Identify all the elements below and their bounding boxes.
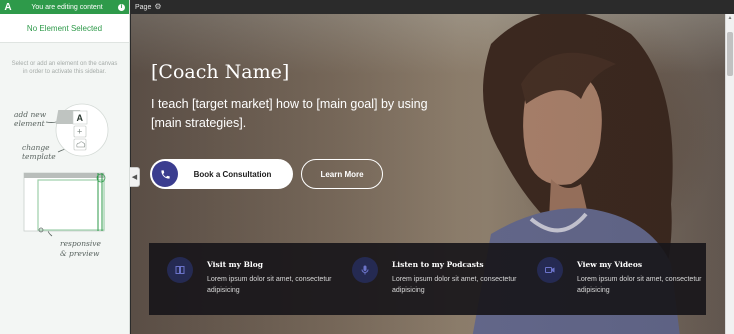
hero-coach-name[interactable]: [Coach Name]: [151, 61, 289, 83]
editing-banner: A You are editing content i: [0, 0, 129, 14]
features-bar: Visit my Blog Lorem ipsum dolor sit amet…: [149, 243, 706, 315]
app-logo-icon[interactable]: A: [0, 0, 16, 14]
logo-mini-icon: A: [77, 113, 84, 123]
feature-description: Lorem ipsum dolor sit amet, consectetur …: [207, 276, 332, 294]
scroll-up-arrow-icon[interactable]: ▲: [726, 14, 734, 23]
phone-icon: [152, 161, 178, 187]
feature-title: View my Videos: [577, 260, 643, 269]
sidebar-help-text: Select or add an element on the canvas i…: [11, 61, 118, 75]
hero-tagline[interactable]: I teach [target market] how to [main goa…: [151, 95, 441, 133]
editing-status-text: You are editing content: [31, 3, 103, 11]
page-preview-frame: [23, 172, 105, 232]
gear-icon[interactable]: ⚙: [154, 3, 161, 11]
responsive-preview-label-line1: responsive: [60, 239, 102, 248]
responsive-preview-label-line2: & preview: [60, 249, 100, 258]
book-icon: [167, 257, 193, 283]
page-settings-label[interactable]: Page: [135, 4, 151, 11]
feature-description: Lorem ipsum dolor sit amet, consectetur …: [392, 276, 517, 294]
scrollbar-thumb[interactable]: [727, 32, 733, 76]
learn-more-button[interactable]: Learn More: [301, 159, 383, 189]
collapse-sidebar-button[interactable]: ◀: [130, 167, 140, 187]
book-consultation-button[interactable]: Book a Consultation: [150, 159, 293, 189]
canvas-scrollbar[interactable]: ▲: [725, 14, 734, 334]
selection-status: No Element Selected: [0, 14, 129, 43]
video-icon: [537, 257, 563, 283]
microphone-icon: [352, 257, 378, 283]
feature-title: Visit my Blog: [207, 260, 264, 269]
change-template-label-line1: change: [22, 143, 50, 152]
info-icon[interactable]: i: [118, 3, 125, 11]
feature-description: Lorem ipsum dolor sit amet, consectetur …: [577, 276, 702, 294]
change-template-label-line2: template: [22, 152, 56, 161]
feature-title: Listen to my Podcasts: [392, 260, 484, 269]
page-canvas[interactable]: [Coach Name] I teach [target market] how…: [131, 14, 725, 334]
editor-toolbar: Page ⚙: [130, 0, 734, 14]
book-consultation-label: Book a Consultation: [193, 169, 272, 179]
sidebar-illustration: add new element change template responsi…: [14, 103, 109, 258]
svg-text:+: +: [77, 127, 82, 137]
add-new-element-label-line1: add new: [14, 110, 47, 119]
editor-sidebar: A You are editing content i No Element S…: [0, 0, 130, 334]
add-new-element-label-line2: element: [14, 119, 46, 128]
cloud-mini-icon: [73, 138, 87, 151]
